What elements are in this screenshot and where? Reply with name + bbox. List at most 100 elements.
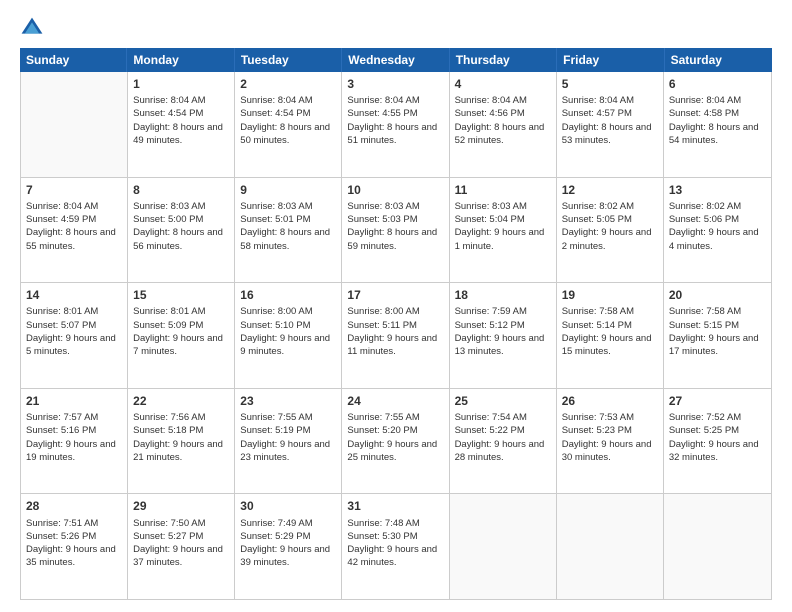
day-number: 27: [669, 393, 766, 409]
day-cell-10: 10Sunrise: 8:03 AMSunset: 5:03 PMDayligh…: [342, 178, 449, 283]
day-info: Sunrise: 8:04 AMSunset: 4:54 PMDaylight:…: [240, 94, 336, 147]
day-number: 1: [133, 76, 229, 92]
day-number: 12: [562, 182, 658, 198]
day-number: 11: [455, 182, 551, 198]
day-info: Sunrise: 8:02 AMSunset: 5:06 PMDaylight:…: [669, 200, 766, 253]
day-number: 15: [133, 287, 229, 303]
day-number: 23: [240, 393, 336, 409]
day-cell-2: 2 Sunrise: 8:04 AMSunset: 4:54 PMDaylight…: [235, 72, 342, 177]
day-info: Sunrise: 8:01 AMSunset: 5:09 PMDaylight:…: [133, 305, 229, 358]
day-number: 28: [26, 498, 122, 514]
day-info: Sunrise: 7:48 AMSunset: 5:30 PMDaylight:…: [347, 517, 443, 570]
day-info: Sunrise: 8:04 AMSunset: 4:55 PMDaylight:…: [347, 94, 443, 147]
day-number: 8: [133, 182, 229, 198]
day-number: 7: [26, 182, 122, 198]
day-cell-21: 21 Sunrise: 7:57 AMSunset: 5:16 PMDayligh…: [21, 389, 128, 494]
day-cell-14: 14 Sunrise: 8:01 AMSunset: 5:07 PMDayligh…: [21, 283, 128, 388]
day-header-wednesday: Wednesday: [342, 48, 449, 72]
day-cell-31: 31 Sunrise: 7:48 AMSunset: 5:30 PMDayligh…: [342, 494, 449, 599]
calendar-body: 1 Sunrise: 8:04 AMSunset: 4:54 PMDaylight…: [20, 72, 772, 600]
day-cell-16: 16 Sunrise: 8:00 AMSunset: 5:10 PMDayligh…: [235, 283, 342, 388]
day-header-tuesday: Tuesday: [235, 48, 342, 72]
day-number: 13: [669, 182, 766, 198]
day-info: Sunrise: 8:03 AMSunset: 5:04 PMDaylight:…: [455, 200, 551, 253]
calendar-week-5: 28 Sunrise: 7:51 AMSunset: 5:26 PMDayligh…: [21, 494, 771, 599]
day-info: Sunrise: 8:03 AMSunset: 5:00 PMDaylight:…: [133, 200, 229, 253]
day-info: Sunrise: 8:03 AMSunset: 5:01 PMDaylight:…: [240, 200, 336, 253]
empty-cell: [664, 494, 771, 599]
day-number: 16: [240, 287, 336, 303]
day-number: 17: [347, 287, 443, 303]
day-info: Sunrise: 7:54 AMSunset: 5:22 PMDaylight:…: [455, 411, 551, 464]
day-info: Sunrise: 7:55 AMSunset: 5:19 PMDaylight:…: [240, 411, 336, 464]
day-info: Sunrise: 8:04 AMSunset: 4:56 PMDaylight:…: [455, 94, 551, 147]
day-cell-29: 29 Sunrise: 7:50 AMSunset: 5:27 PMDayligh…: [128, 494, 235, 599]
day-number: 21: [26, 393, 122, 409]
day-number: 26: [562, 393, 658, 409]
day-header-thursday: Thursday: [450, 48, 557, 72]
day-cell-3: 3Sunrise: 8:04 AMSunset: 4:55 PMDaylight…: [342, 72, 449, 177]
day-number: 29: [133, 498, 229, 514]
day-cell-26: 26 Sunrise: 7:53 AMSunset: 5:23 PMDayligh…: [557, 389, 664, 494]
logo: [20, 16, 48, 40]
day-info: Sunrise: 7:53 AMSunset: 5:23 PMDaylight:…: [562, 411, 658, 464]
day-number: 9: [240, 182, 336, 198]
day-info: Sunrise: 7:56 AMSunset: 5:18 PMDaylight:…: [133, 411, 229, 464]
calendar-week-2: 7 Sunrise: 8:04 AMSunset: 4:59 PMDaylight…: [21, 178, 771, 284]
day-number: 20: [669, 287, 766, 303]
day-info: Sunrise: 7:51 AMSunset: 5:26 PMDaylight:…: [26, 517, 122, 570]
empty-cell: [450, 494, 557, 599]
day-number: 18: [455, 287, 551, 303]
day-number: 5: [562, 76, 658, 92]
day-cell-23: 23 Sunrise: 7:55 AMSunset: 5:19 PMDayligh…: [235, 389, 342, 494]
day-header-saturday: Saturday: [665, 48, 772, 72]
calendar-week-3: 14 Sunrise: 8:01 AMSunset: 5:07 PMDayligh…: [21, 283, 771, 389]
day-info: Sunrise: 8:04 AMSunset: 4:58 PMDaylight:…: [669, 94, 766, 147]
day-cell-8: 8 Sunrise: 8:03 AMSunset: 5:00 PMDaylight…: [128, 178, 235, 283]
calendar-week-4: 21 Sunrise: 7:57 AMSunset: 5:16 PMDayligh…: [21, 389, 771, 495]
day-number: 30: [240, 498, 336, 514]
page: SundayMondayTuesdayWednesdayThursdayFrid…: [0, 0, 792, 612]
day-info: Sunrise: 8:00 AMSunset: 5:11 PMDaylight:…: [347, 305, 443, 358]
day-info: Sunrise: 7:50 AMSunset: 5:27 PMDaylight:…: [133, 517, 229, 570]
day-info: Sunrise: 7:57 AMSunset: 5:16 PMDaylight:…: [26, 411, 122, 464]
day-number: 2: [240, 76, 336, 92]
day-cell-22: 22 Sunrise: 7:56 AMSunset: 5:18 PMDayligh…: [128, 389, 235, 494]
day-info: Sunrise: 8:02 AMSunset: 5:05 PMDaylight:…: [562, 200, 658, 253]
day-number: 10: [347, 182, 443, 198]
day-cell-4: 4 Sunrise: 8:04 AMSunset: 4:56 PMDaylight…: [450, 72, 557, 177]
day-cell-5: 5Sunrise: 8:04 AMSunset: 4:57 PMDaylight…: [557, 72, 664, 177]
day-cell-13: 13 Sunrise: 8:02 AMSunset: 5:06 PMDayligh…: [664, 178, 771, 283]
day-cell-7: 7 Sunrise: 8:04 AMSunset: 4:59 PMDaylight…: [21, 178, 128, 283]
day-number: 22: [133, 393, 229, 409]
day-cell-19: 19 Sunrise: 7:58 AMSunset: 5:14 PMDayligh…: [557, 283, 664, 388]
day-cell-30: 30Sunrise: 7:49 AMSunset: 5:29 PMDayligh…: [235, 494, 342, 599]
day-cell-17: 17 Sunrise: 8:00 AMSunset: 5:11 PMDayligh…: [342, 283, 449, 388]
empty-cell: [21, 72, 128, 177]
day-number: 4: [455, 76, 551, 92]
day-cell-18: 18 Sunrise: 7:59 AMSunset: 5:12 PMDayligh…: [450, 283, 557, 388]
day-info: Sunrise: 7:59 AMSunset: 5:12 PMDaylight:…: [455, 305, 551, 358]
day-info: Sunrise: 7:58 AMSunset: 5:14 PMDaylight:…: [562, 305, 658, 358]
day-info: Sunrise: 8:01 AMSunset: 5:07 PMDaylight:…: [26, 305, 122, 358]
day-number: 31: [347, 498, 443, 514]
day-cell-28: 28 Sunrise: 7:51 AMSunset: 5:26 PMDayligh…: [21, 494, 128, 599]
day-cell-6: 6Sunrise: 8:04 AMSunset: 4:58 PMDaylight…: [664, 72, 771, 177]
day-cell-24: 24Sunrise: 7:55 AMSunset: 5:20 PMDayligh…: [342, 389, 449, 494]
calendar: SundayMondayTuesdayWednesdayThursdayFrid…: [20, 48, 772, 600]
day-cell-15: 15 Sunrise: 8:01 AMSunset: 5:09 PMDayligh…: [128, 283, 235, 388]
day-number: 14: [26, 287, 122, 303]
day-number: 24: [347, 393, 443, 409]
calendar-week-1: 1 Sunrise: 8:04 AMSunset: 4:54 PMDaylight…: [21, 72, 771, 178]
day-header-friday: Friday: [557, 48, 664, 72]
day-cell-27: 27 Sunrise: 7:52 AMSunset: 5:25 PMDayligh…: [664, 389, 771, 494]
day-cell-11: 11 Sunrise: 8:03 AMSunset: 5:04 PMDayligh…: [450, 178, 557, 283]
day-cell-9: 9 Sunrise: 8:03 AMSunset: 5:01 PMDaylight…: [235, 178, 342, 283]
day-number: 19: [562, 287, 658, 303]
day-info: Sunrise: 8:04 AMSunset: 4:59 PMDaylight:…: [26, 200, 122, 253]
day-info: Sunrise: 8:00 AMSunset: 5:10 PMDaylight:…: [240, 305, 336, 358]
day-info: Sunrise: 7:52 AMSunset: 5:25 PMDaylight:…: [669, 411, 766, 464]
day-header-monday: Monday: [127, 48, 234, 72]
day-info: Sunrise: 8:04 AMSunset: 4:54 PMDaylight:…: [133, 94, 229, 147]
header: [20, 16, 772, 40]
